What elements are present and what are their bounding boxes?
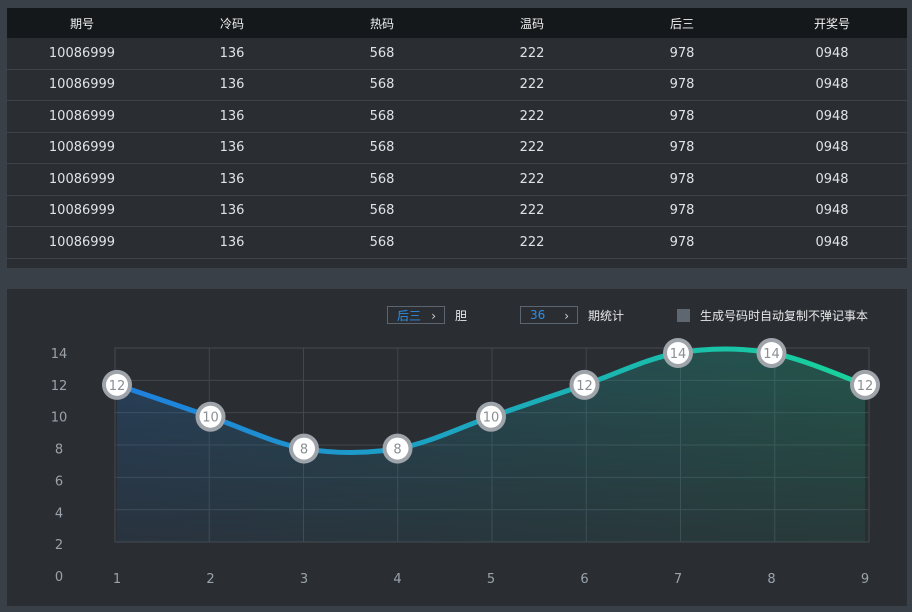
table-cell: 222 bbox=[519, 171, 545, 187]
table-cell: 568 bbox=[369, 171, 395, 187]
column-header: 后三 bbox=[669, 16, 694, 31]
table-cell: 0948 bbox=[815, 234, 849, 250]
data-point: 14 bbox=[663, 338, 693, 368]
data-point: 10 bbox=[195, 401, 226, 432]
area-fill bbox=[117, 349, 865, 542]
table-cell: 0948 bbox=[815, 45, 849, 61]
data-point: 12 bbox=[850, 369, 880, 400]
data-label: 10 bbox=[202, 411, 219, 426]
table-cell: 0948 bbox=[815, 77, 849, 93]
table-cell: 136 bbox=[219, 234, 245, 250]
table-cell: 978 bbox=[669, 234, 695, 250]
table-cell: 568 bbox=[369, 203, 395, 219]
data-point: 12 bbox=[102, 369, 132, 400]
table-cell: 222 bbox=[519, 77, 545, 93]
y-tick-label: 4 bbox=[55, 506, 63, 521]
table-cell: 10086999 bbox=[48, 234, 116, 250]
x-tick-label: 3 bbox=[300, 572, 308, 587]
table-cell: 222 bbox=[519, 203, 545, 219]
x-tick-label: 1 bbox=[113, 572, 121, 587]
table-row: 10086999 136 568 222 978 0948 bbox=[7, 227, 907, 259]
table-row: 10086999 136 568 222 978 0948 bbox=[7, 196, 907, 227]
table-cell: 0948 bbox=[815, 171, 849, 187]
table-row: 10086999 136 568 222 978 0948 bbox=[7, 164, 907, 196]
table-cell: 10086999 bbox=[48, 171, 116, 187]
table-cell: 568 bbox=[369, 234, 395, 250]
x-tick-label: 4 bbox=[393, 572, 401, 587]
y-tick-label: 12 bbox=[51, 379, 68, 394]
data-point: 8 bbox=[382, 433, 413, 464]
data-point: 10 bbox=[476, 401, 506, 432]
y-tick-label: 0 bbox=[55, 570, 63, 585]
table-cell: 136 bbox=[219, 45, 245, 61]
table-cell: 978 bbox=[669, 203, 695, 219]
table-cell: 222 bbox=[519, 140, 545, 156]
data-label: 8 bbox=[393, 443, 401, 458]
data-label: 14 bbox=[763, 347, 780, 362]
table-cell: 10086999 bbox=[48, 77, 116, 93]
table-row: 10086999 136 568 222 978 0948 bbox=[7, 133, 907, 164]
table-body: 10086999 136 568 222 978 0948 10086999 136 568 22… bbox=[7, 38, 907, 259]
table-header: 期号 冷码 热码 温码 后三 开奖号 bbox=[7, 8, 907, 38]
table-cell: 10086999 bbox=[48, 203, 116, 219]
table-cell: 10086999 bbox=[48, 140, 116, 156]
column-header: 温码 bbox=[519, 16, 544, 31]
table-cell: 10086999 bbox=[48, 45, 116, 61]
x-tick-label: 9 bbox=[861, 572, 869, 587]
table-cell: 568 bbox=[369, 108, 395, 124]
chart-area-fill bbox=[117, 349, 865, 542]
x-tick-label: 5 bbox=[487, 572, 495, 587]
table-cell: 978 bbox=[669, 77, 695, 93]
trend-chart-panel: 后三 › 胆 36 › 期统计 生成号码时自动复制不弹记事本 12 10 8 8… bbox=[7, 289, 907, 606]
draw-history-table: 期号 冷码 热码 温码 后三 开奖号 10086999 136 568 222 978 0948 10… bbox=[7, 8, 907, 268]
x-tick-label: 2 bbox=[206, 572, 214, 587]
table-cell: 568 bbox=[369, 140, 395, 156]
table-cell: 0948 bbox=[815, 140, 849, 156]
table-cell: 568 bbox=[369, 77, 395, 93]
table-cell: 978 bbox=[669, 140, 695, 156]
table-cell: 222 bbox=[519, 234, 545, 250]
y-tick-label: 14 bbox=[51, 347, 68, 362]
table-cell: 136 bbox=[219, 77, 245, 93]
table-cell: 10086999 bbox=[48, 108, 116, 124]
table-cell: 568 bbox=[369, 45, 395, 61]
table-cell: 136 bbox=[219, 108, 245, 124]
data-label: 8 bbox=[300, 443, 308, 458]
x-tick-label: 6 bbox=[580, 572, 588, 587]
table-cell: 978 bbox=[669, 108, 695, 124]
column-header: 开奖号 bbox=[813, 16, 850, 31]
table-cell: 222 bbox=[519, 108, 545, 124]
x-tick-label: 7 bbox=[674, 572, 682, 587]
data-point: 12 bbox=[569, 369, 600, 400]
data-point: 14 bbox=[756, 338, 787, 368]
column-header: 期号 bbox=[69, 16, 94, 31]
data-label: 14 bbox=[670, 347, 687, 362]
y-tick-label: 10 bbox=[51, 411, 68, 426]
data-label: 12 bbox=[576, 379, 593, 394]
table-row: 10086999 136 568 222 978 0948 bbox=[7, 101, 907, 133]
data-label: 12 bbox=[857, 379, 874, 394]
data-point: 8 bbox=[289, 433, 319, 464]
table-cell: 136 bbox=[219, 171, 245, 187]
y-tick-label: 8 bbox=[55, 443, 63, 458]
data-label: 10 bbox=[483, 411, 500, 426]
data-label: 12 bbox=[109, 379, 126, 394]
table-cell: 136 bbox=[219, 140, 245, 156]
table-cell: 222 bbox=[519, 45, 545, 61]
column-header: 冷码 bbox=[219, 16, 244, 31]
table-cell: 136 bbox=[219, 203, 245, 219]
y-tick-label: 6 bbox=[55, 474, 63, 489]
table-row: 10086999 136 568 222 978 0948 bbox=[7, 38, 907, 70]
table-cell: 978 bbox=[669, 171, 695, 187]
table-cell: 0948 bbox=[815, 203, 849, 219]
column-header: 热码 bbox=[369, 16, 394, 31]
trend-line-chart: 12108 8101214 1412 024681012141 2 3 4 5 6 7 8 9 bbox=[51, 338, 880, 587]
table-cell: 0948 bbox=[815, 108, 849, 124]
x-tick-label: 8 bbox=[767, 572, 775, 587]
table-cell: 978 bbox=[669, 45, 695, 61]
table-row: 10086999 136 568 222 978 0948 bbox=[7, 70, 907, 101]
y-tick-label: 2 bbox=[55, 538, 63, 553]
